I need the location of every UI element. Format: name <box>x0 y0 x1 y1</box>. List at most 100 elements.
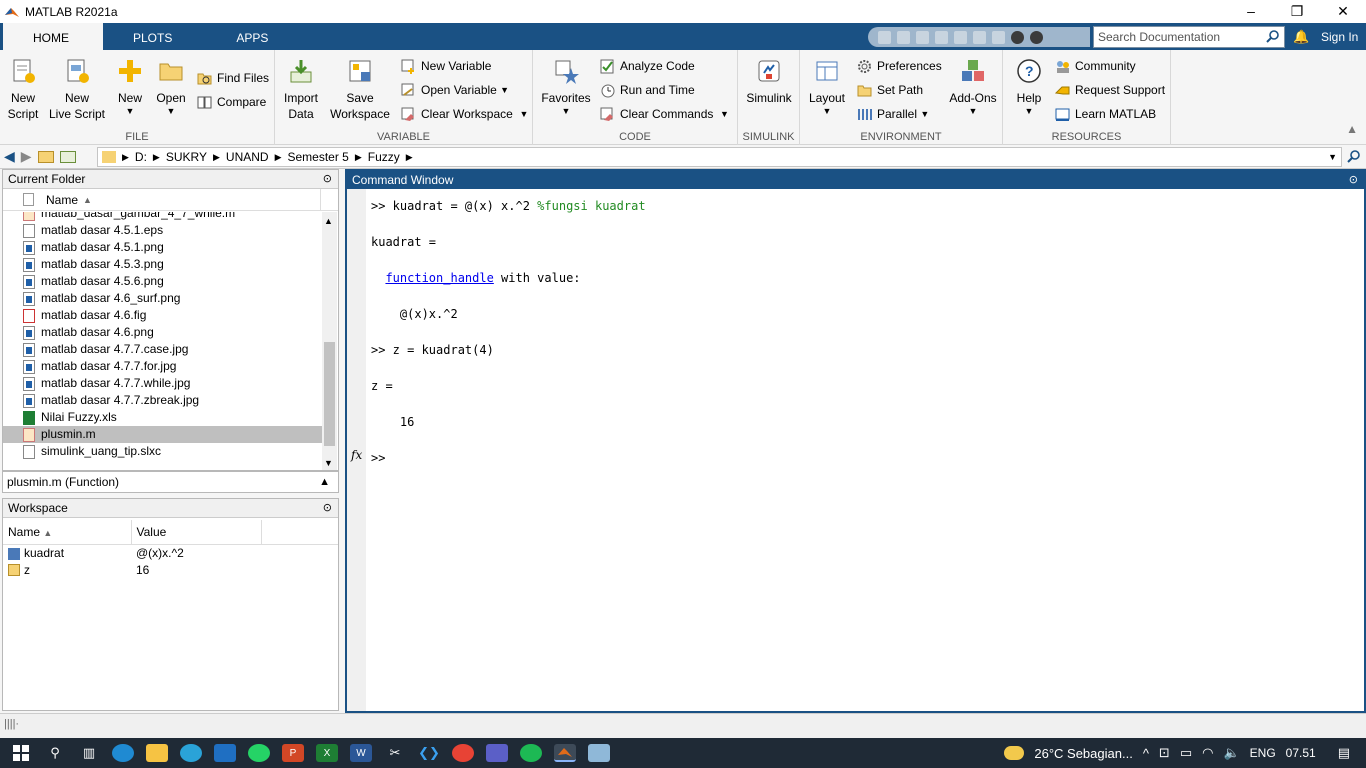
cut-icon[interactable] <box>897 30 910 44</box>
path-segment[interactable]: SUKRY <box>166 150 207 164</box>
notification-bell-icon[interactable]: 🔔 <box>1293 29 1309 45</box>
file-list-scrollbar[interactable]: ▲ ▼ <box>322 212 337 470</box>
list-item[interactable]: matlab dasar 4.5.6.png <box>3 273 323 290</box>
new-script-button[interactable]: New Script <box>4 58 42 122</box>
language-indicator[interactable]: ENG <box>1250 746 1276 760</box>
restore-button[interactable]: ❐ <box>1274 0 1320 23</box>
excel-icon[interactable]: X <box>316 744 338 762</box>
details-panel[interactable]: plusmin.m (Function) ▲ <box>2 471 339 493</box>
preferences-button[interactable]: Preferences <box>857 56 942 76</box>
telegram-icon[interactable] <box>180 744 202 762</box>
snipping-tool-icon[interactable]: ✂ <box>384 744 406 762</box>
tab-apps[interactable]: APPS <box>206 23 302 50</box>
list-item[interactable]: plusmin.m <box>3 426 323 443</box>
new-button[interactable]: New ▼ <box>112 58 148 116</box>
notepad-icon[interactable] <box>588 744 610 762</box>
windows-start-icon[interactable] <box>10 744 32 762</box>
teams-icon[interactable] <box>486 744 508 762</box>
list-item[interactable]: matlab dasar 4.6.fig <box>3 307 323 324</box>
weather-text[interactable]: 26°C Sebagian... <box>1034 746 1132 761</box>
import-data-button[interactable]: Import Data <box>281 58 321 122</box>
path-dropdown-icon[interactable]: ▼ <box>1328 152 1337 162</box>
panel-actions-icon[interactable]: ⊙ <box>1349 171 1358 189</box>
ws-value-header[interactable]: Value <box>131 520 262 545</box>
switch-windows-icon[interactable] <box>992 30 1005 44</box>
paste-icon[interactable] <box>935 30 948 44</box>
list-item[interactable]: matlab dasar 4.6_surf.png <box>3 290 323 307</box>
clear-commands-button[interactable]: Clear Commands ▼ <box>600 104 729 124</box>
new-live-script-button[interactable]: New Live Script <box>48 58 106 122</box>
minimize-button[interactable]: – <box>1228 0 1274 23</box>
clock[interactable]: 07.51 <box>1286 746 1316 760</box>
clear-workspace-button[interactable]: Clear Workspace ▼ <box>401 104 528 124</box>
up-folder-icon[interactable] <box>37 150 54 163</box>
mail-icon[interactable] <box>214 744 236 762</box>
open-button[interactable]: Open ▼ <box>152 58 190 116</box>
run-and-time-button[interactable]: Run and Time <box>600 80 695 100</box>
search-documentation-input[interactable]: Search Documentation <box>1093 26 1285 48</box>
table-row[interactable]: kuadrat @(x)x.^2 <box>3 544 338 561</box>
new-variable-button[interactable]: New Variable <box>401 56 491 76</box>
chrome-icon[interactable] <box>452 744 474 762</box>
browse-folder-icon[interactable] <box>59 150 76 163</box>
close-button[interactable]: ✕ <box>1320 0 1366 23</box>
vscode-icon[interactable]: ❮❯ <box>418 744 440 762</box>
copy-icon[interactable] <box>916 30 929 44</box>
forward-arrow-icon[interactable]: ▶ <box>21 148 32 165</box>
list-item[interactable]: matlab_dasar_gambar_4_7_while.m <box>3 212 323 222</box>
community-button[interactable]: Community <box>1055 56 1136 76</box>
request-support-button[interactable]: Request Support <box>1055 80 1165 100</box>
list-item[interactable]: matlab dasar 4.6.png <box>3 324 323 341</box>
panel-actions-icon[interactable]: ⊙ <box>323 170 332 189</box>
name-column-header[interactable]: Name ▲ <box>3 189 338 211</box>
search-icon[interactable] <box>1266 30 1280 44</box>
tab-home[interactable]: HOME <box>3 23 103 50</box>
find-files-button[interactable]: Find Files <box>197 68 269 88</box>
favorites-button[interactable]: Favorites ▼ <box>539 58 593 116</box>
list-item[interactable]: Nilai Fuzzy.xls <box>3 409 323 426</box>
save-icon[interactable] <box>878 30 891 44</box>
scroll-down-icon[interactable]: ▼ <box>324 458 333 468</box>
command-prompt[interactable]: >> <box>371 451 385 465</box>
list-item[interactable]: matlab dasar 4.7.7.case.jpg <box>3 341 323 358</box>
volume-icon[interactable]: 🔈 <box>1223 745 1239 761</box>
redo-icon[interactable] <box>973 30 986 44</box>
task-view-icon[interactable]: ▥ <box>78 744 100 762</box>
notifications-icon[interactable]: ▤ <box>1338 745 1350 761</box>
path-segment[interactable]: UNAND <box>226 150 269 164</box>
set-path-button[interactable]: Set Path <box>857 80 923 100</box>
status-grip-icon[interactable]: ||||· <box>4 718 19 730</box>
search-icon[interactable]: ⚲ <box>44 744 66 762</box>
ws-name-header[interactable]: Name ▲ <box>3 520 132 545</box>
path-segment[interactable]: Semester 5 <box>288 150 349 164</box>
simulink-button[interactable]: Simulink <box>744 58 794 106</box>
table-row[interactable]: z 16 <box>3 561 338 578</box>
panel-actions-icon[interactable]: ⊙ <box>323 499 332 518</box>
list-item[interactable]: matlab dasar 4.7.7.zbreak.jpg <box>3 392 323 409</box>
collapse-toolstrip-icon[interactable]: ▲ <box>1346 122 1358 136</box>
powerpoint-icon[interactable]: P <box>282 744 304 762</box>
help-icon[interactable] <box>1011 30 1024 44</box>
list-item[interactable]: simulink_uang_tip.slxc <box>3 443 323 460</box>
path-segment[interactable]: Fuzzy <box>368 150 400 164</box>
customize-icon[interactable] <box>1030 30 1043 44</box>
back-arrow-icon[interactable]: ◀ <box>4 148 15 165</box>
scroll-up-icon[interactable]: ▲ <box>324 216 333 226</box>
matlab-taskbar-icon[interactable] <box>554 744 576 762</box>
analyze-code-button[interactable]: Analyze Code <box>600 56 695 76</box>
spotify-icon[interactable] <box>520 744 542 762</box>
parallel-button[interactable]: Parallel ▼ <box>857 104 929 124</box>
list-item[interactable]: matlab dasar 4.5.3.png <box>3 256 323 273</box>
save-workspace-button[interactable]: Save Workspace <box>329 58 391 122</box>
list-item[interactable]: matlab dasar 4.5.1.eps <box>3 222 323 239</box>
weather-icon[interactable] <box>1004 746 1025 760</box>
function-browser-icon[interactable]: fx <box>351 448 362 462</box>
command-window[interactable]: Command Window ⊙ fx >> kuadrat = @(x) x.… <box>345 169 1366 713</box>
chevron-up-icon[interactable]: ^ <box>1143 746 1149 761</box>
open-variable-button[interactable]: Open Variable ▼ <box>401 80 509 100</box>
list-item[interactable]: matlab dasar 4.5.1.png <box>3 239 323 256</box>
word-icon[interactable]: W <box>350 744 372 762</box>
edge-browser-icon[interactable] <box>112 744 134 762</box>
help-button[interactable]: ? Help ▼ <box>1011 58 1047 116</box>
add-ons-button[interactable]: Add-Ons ▼ <box>946 58 1000 116</box>
